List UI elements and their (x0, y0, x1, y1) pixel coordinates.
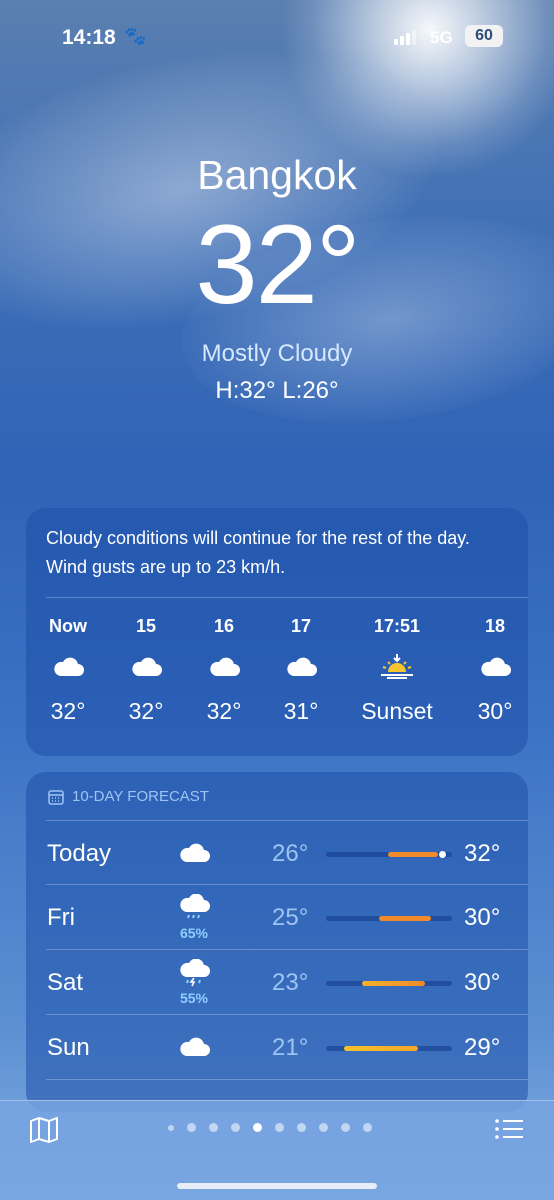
precip-chance: 55% (179, 990, 209, 1006)
low-temp: 21° (272, 1034, 309, 1061)
high-temp: 29° (464, 1034, 501, 1061)
hour-temp: 32° (128, 698, 164, 724)
hour-item: 17 31° (256, 616, 346, 725)
day-label: Sun (47, 1034, 90, 1061)
sunset-icon (352, 642, 442, 690)
forecast-row[interactable]: Sat 55% 23° 30° (26, 951, 528, 1015)
high-temp: 30° (464, 904, 501, 931)
cloud-icon (174, 1034, 214, 1063)
cloud-icon (256, 642, 346, 690)
hour-item: 18 30° (450, 616, 540, 725)
hour-item: 17:51 Sunset (352, 616, 442, 725)
status-bar: 14:18 🐾 5G 60 (0, 22, 554, 56)
temp-range-bar (326, 1046, 452, 1051)
forecast-summary: Cloudy conditions will continue for the … (46, 528, 470, 577)
cloud-rain-icon: 65% (174, 893, 214, 941)
hour-temp: 31° (283, 698, 319, 724)
cloud-storm-icon: 55% (174, 958, 214, 1006)
forecast-row[interactable]: Fri 65% 25° 30° (26, 886, 528, 950)
signal-icon (394, 29, 416, 45)
condition-text: Mostly Cloudy (201, 340, 353, 367)
home-indicator[interactable] (177, 1183, 377, 1189)
hour-temp: 32° (50, 698, 86, 724)
day-label: Sat (47, 969, 84, 996)
active-page-dot (253, 1123, 262, 1132)
divider (46, 597, 528, 598)
location-arrow-icon (168, 1124, 174, 1131)
hour-temp: Sunset (361, 698, 433, 724)
forecast-row[interactable]: Today 26° 32° (26, 822, 528, 886)
current-temperature: 32° (195, 202, 360, 327)
low-temp: 26° (272, 840, 309, 867)
high-low: H:32° L:26° (215, 377, 339, 404)
calendar-icon (48, 789, 64, 805)
forecast-header: 10-DAY FORECAST (48, 788, 209, 805)
forecast-row[interactable]: Sun 21° 29° (26, 1016, 528, 1080)
hour-label: Now (49, 616, 87, 636)
cloud-icon (23, 642, 113, 690)
high-temp: 30° (464, 969, 501, 996)
battery-icon: 60 (465, 25, 503, 47)
network-type: 5G (430, 28, 453, 47)
paw-icon: 🐾 (124, 26, 147, 46)
day-label: Today (47, 840, 112, 867)
cloud-icon (450, 642, 540, 690)
list-icon[interactable] (494, 1117, 524, 1146)
page-indicator[interactable] (168, 1123, 372, 1132)
status-time: 14:18 (62, 26, 116, 49)
precip-chance: 65% (179, 925, 209, 941)
low-temp: 25° (272, 904, 309, 931)
temp-range-bar (326, 916, 452, 921)
hour-temp: 30° (477, 698, 513, 724)
cloud-icon (101, 642, 191, 690)
ten-day-forecast-card[interactable]: 10-DAY FORECAST Today 26° 32° Fri 65% 25… (26, 772, 528, 1112)
day-label: Fri (47, 904, 75, 931)
map-icon[interactable] (28, 1115, 60, 1150)
hour-item: Now 32° (23, 616, 113, 725)
temp-range-bar (326, 851, 452, 858)
cloud-icon (174, 840, 214, 869)
city-name: Bangkok (197, 152, 357, 198)
hour-label: 17:51 (373, 616, 421, 636)
forecast-header-label: 10-DAY FORECAST (72, 788, 209, 805)
hour-item: 15 32° (101, 616, 191, 725)
hour-label: 17 (290, 616, 312, 636)
temp-range-bar (326, 981, 452, 986)
high-temp: 32° (464, 840, 501, 867)
hour-label: 18 (484, 616, 506, 636)
hour-label: 15 (135, 616, 157, 636)
bottom-toolbar (0, 1100, 554, 1200)
hourly-forecast-card[interactable]: Cloudy conditions will continue for the … (26, 508, 528, 756)
low-temp: 23° (272, 969, 309, 996)
